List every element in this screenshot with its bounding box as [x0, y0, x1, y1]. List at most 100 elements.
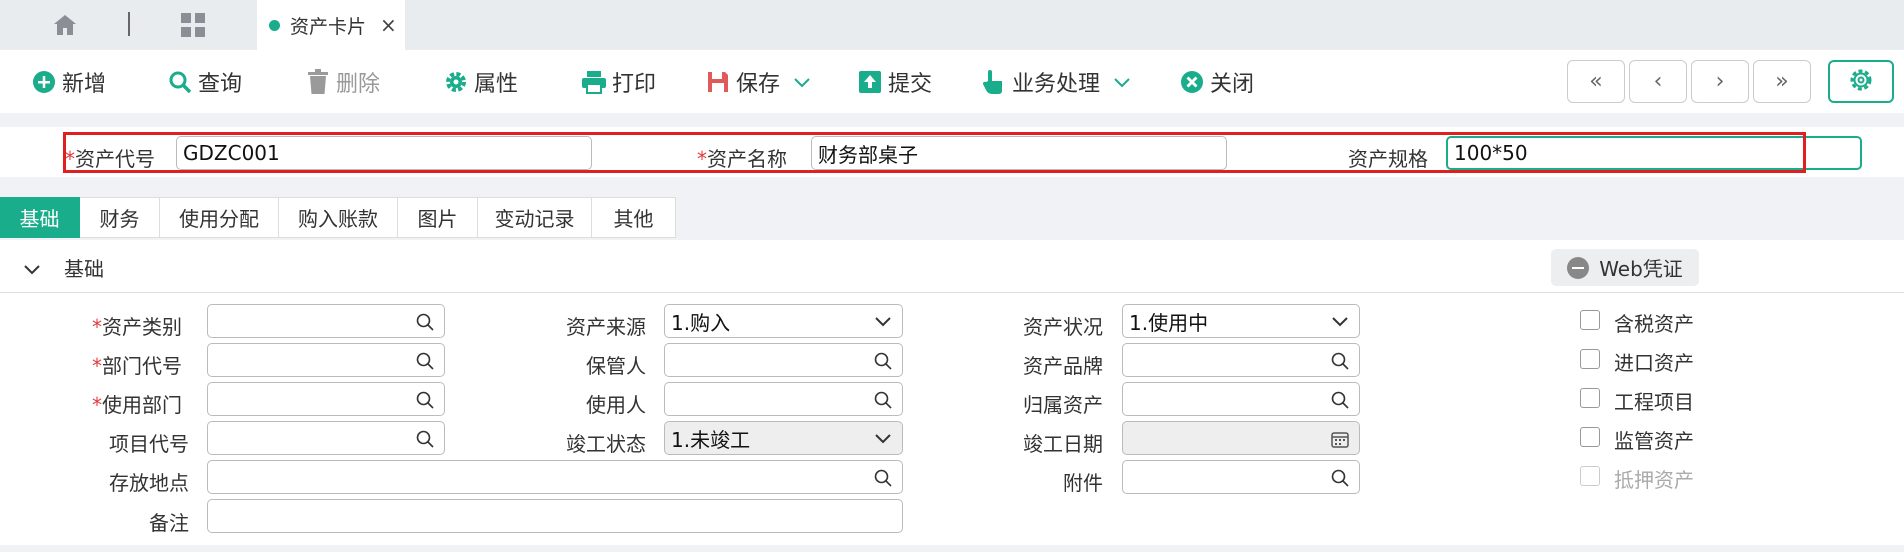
chevron-down-icon[interactable]: [1329, 311, 1351, 333]
engineering-project-checkbox[interactable]: [1580, 388, 1600, 408]
last-record-button[interactable]: »: [1753, 60, 1811, 103]
upload-icon: [856, 68, 884, 96]
dept-code-label: *部门代号: [92, 354, 182, 378]
remark-input[interactable]: [207, 499, 903, 533]
keeper-input[interactable]: [664, 343, 903, 377]
chevron-down-icon[interactable]: [794, 69, 810, 94]
minus-circle-icon: [1567, 256, 1590, 279]
user-label: 使用人: [586, 393, 646, 417]
asset-category-input[interactable]: [207, 304, 445, 338]
calendar-icon[interactable]: [1329, 428, 1351, 450]
completion-status-select[interactable]: 1.未竣工: [664, 421, 903, 455]
chevron-down-icon[interactable]: [872, 428, 894, 450]
web-voucher-button[interactable]: Web凭证: [1551, 249, 1699, 286]
next-record-button[interactable]: ›: [1691, 60, 1749, 103]
grid-icon[interactable]: [178, 10, 208, 40]
remark-label: 备注: [149, 511, 189, 535]
add-button[interactable]: 新增: [30, 50, 106, 113]
query-label: 查询: [198, 71, 243, 97]
print-button[interactable]: 打印: [580, 50, 656, 113]
chevron-down-icon[interactable]: [24, 256, 40, 280]
close-label: 关闭: [1210, 71, 1255, 97]
belong-asset-label: 归属资产: [1023, 393, 1103, 417]
close-button[interactable]: 关闭: [1178, 50, 1254, 113]
tax-included-label: 含税资产: [1614, 312, 1694, 336]
properties-label: 属性: [474, 71, 519, 97]
bottom-strip: [0, 545, 1904, 552]
tab-finance[interactable]: 财务: [80, 197, 160, 238]
location-input[interactable]: [207, 460, 903, 494]
prev-record-button[interactable]: ‹: [1629, 60, 1687, 103]
toolbar: 新增 查询 删除 属性 打印 保存 提交 业务处理 关闭 « ‹ › »: [0, 50, 1904, 113]
search-icon[interactable]: [414, 428, 436, 450]
tab-label: 资产卡片: [290, 15, 367, 38]
delete-label: 删除: [336, 71, 381, 97]
trash-icon: [304, 68, 332, 96]
close-circle-icon: [1178, 68, 1206, 96]
section-divider: [0, 292, 1904, 293]
tab-divider: [128, 12, 130, 36]
business-label: 业务处理: [1012, 71, 1101, 97]
belong-asset-input[interactable]: [1122, 382, 1360, 416]
tab-usage-allocation[interactable]: 使用分配: [160, 197, 279, 238]
completion-date-label: 竣工日期: [1023, 432, 1103, 456]
search-icon[interactable]: [1329, 467, 1351, 489]
active-dot-icon: [269, 19, 280, 31]
tab-change-log[interactable]: 变动记录: [478, 197, 592, 238]
asset-source-value: 1.购入: [671, 310, 731, 335]
tab-other[interactable]: 其他: [592, 197, 676, 238]
tab-asset-card[interactable]: 资产卡片 ×: [257, 0, 405, 50]
asset-source-label: 资产来源: [566, 315, 646, 339]
search-icon[interactable]: [1329, 389, 1351, 411]
business-button[interactable]: 业务处理: [980, 50, 1130, 113]
search-icon[interactable]: [414, 389, 436, 411]
search-icon[interactable]: [414, 311, 436, 333]
mortgage-checkbox: [1580, 466, 1600, 486]
search-icon[interactable]: [414, 350, 436, 372]
add-label: 新增: [62, 71, 107, 97]
attachment-input[interactable]: [1122, 460, 1360, 494]
brand-input[interactable]: [1122, 343, 1360, 377]
completion-status-label: 竣工状态: [566, 432, 646, 456]
imported-checkbox[interactable]: [1580, 349, 1600, 369]
properties-button[interactable]: 属性: [442, 50, 518, 113]
supervised-checkbox[interactable]: [1580, 427, 1600, 447]
keeper-label: 保管人: [586, 354, 646, 378]
asset-source-select[interactable]: 1.购入: [664, 304, 903, 338]
printer-icon: [580, 68, 608, 96]
tax-included-checkbox[interactable]: [1580, 310, 1600, 330]
plus-circle-icon: [30, 68, 58, 96]
dept-code-input[interactable]: [207, 343, 445, 377]
save-button[interactable]: 保存: [704, 50, 810, 113]
search-icon[interactable]: [872, 389, 894, 411]
imported-label: 进口资产: [1614, 351, 1694, 375]
asset-status-value: 1.使用中: [1129, 310, 1209, 335]
completion-date-input[interactable]: [1122, 421, 1360, 455]
tab-purchase-payment[interactable]: 购入账款: [279, 197, 398, 238]
asset-status-select[interactable]: 1.使用中: [1122, 304, 1360, 338]
home-icon[interactable]: [50, 10, 80, 40]
save-label: 保存: [736, 71, 781, 97]
tab-images[interactable]: 图片: [398, 197, 478, 238]
gear-icon: [442, 68, 470, 96]
first-record-button[interactable]: «: [1567, 60, 1625, 103]
use-dept-input[interactable]: [207, 382, 445, 416]
chevron-down-icon[interactable]: [1114, 69, 1130, 94]
user-input[interactable]: [664, 382, 903, 416]
engineering-project-label: 工程项目: [1614, 390, 1694, 414]
search-icon[interactable]: [872, 467, 894, 489]
attachment-label: 附件: [1063, 471, 1103, 495]
search-icon[interactable]: [1329, 350, 1351, 372]
close-tab-icon[interactable]: ×: [380, 13, 397, 37]
hand-pointer-icon: [980, 68, 1008, 96]
project-code-input[interactable]: [207, 421, 445, 455]
search-icon[interactable]: [872, 350, 894, 372]
query-button[interactable]: 查询: [166, 50, 242, 113]
gear-icon: [1848, 67, 1874, 97]
submit-button[interactable]: 提交: [856, 50, 932, 113]
chevron-down-icon[interactable]: [872, 311, 894, 333]
delete-button[interactable]: 删除: [304, 50, 380, 113]
tab-basic[interactable]: 基础: [0, 197, 80, 238]
section-header[interactable]: 基础: [24, 253, 104, 282]
settings-button[interactable]: [1828, 60, 1894, 103]
